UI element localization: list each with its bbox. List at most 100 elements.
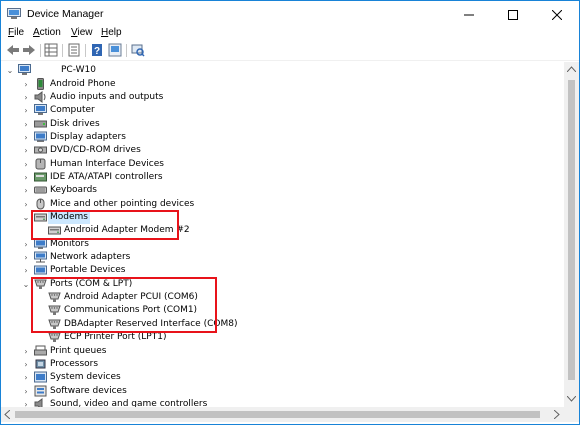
tree-category-row[interactable]: ⌄ Modems — [1, 211, 564, 224]
chevron-right-icon[interactable]: › — [21, 131, 31, 144]
chevron-right-icon[interactable]: › — [21, 198, 31, 211]
tree-device-row[interactable]: DBAdapter Reserved Interface (COM8) — [1, 318, 564, 331]
scroll-right-icon[interactable] — [554, 410, 560, 419]
chevron-down-icon[interactable]: ⌄ — [21, 211, 31, 224]
scrollbar-corner — [564, 407, 579, 422]
tree-category-row[interactable]: › IDE ATA/ATAPI controllers — [1, 171, 564, 184]
chevron-right-icon[interactable]: › — [21, 371, 31, 384]
modem-icon — [34, 213, 47, 222]
disk-icon — [34, 120, 47, 127]
chevron-right-icon[interactable]: › — [21, 78, 31, 91]
display-icon — [34, 131, 47, 142]
menu-view-label: iew — [77, 27, 93, 38]
tree-node-label: Android Phone — [50, 78, 116, 89]
chevron-right-icon[interactable]: › — [21, 184, 31, 197]
tree-category-row[interactable]: › Disk drives — [1, 118, 564, 131]
hid-icon — [35, 158, 46, 170]
update-driver-icon[interactable] — [108, 43, 122, 57]
tree-node-label: Sound, video and game controllers — [50, 398, 208, 407]
tree-category-row[interactable]: ⌄ Ports (COM & LPT) — [1, 278, 564, 291]
tree-category-row[interactable]: › Network adapters — [1, 251, 564, 264]
toolbar-separator — [85, 44, 86, 57]
scroll-up-icon[interactable] — [567, 66, 576, 72]
tree-node-label: Portable Devices — [50, 265, 126, 276]
chevron-down-icon[interactable]: ⌄ — [21, 278, 31, 291]
tree-node-label: Mice and other pointing devices — [50, 198, 195, 209]
tree-node-label: DVD/CD-ROM drives — [50, 145, 141, 156]
forward-arrow-icon[interactable] — [22, 43, 36, 57]
chevron-right-icon[interactable]: › — [21, 264, 31, 277]
monitor-icon — [34, 238, 47, 249]
tree-node-label: Human Interface Devices — [50, 158, 164, 169]
chevron-right-icon[interactable]: › — [21, 385, 31, 398]
chevron-right-icon[interactable]: › — [21, 171, 31, 184]
tree-device-row[interactable]: Android Adapter Modem #2 — [1, 224, 564, 237]
scroll-left-icon[interactable] — [4, 410, 10, 419]
menu-bar: File Action View Help — [1, 24, 579, 42]
properties-sheet-icon[interactable] — [67, 43, 81, 57]
portable-icon — [34, 265, 47, 275]
properties-grid-icon[interactable] — [44, 43, 58, 57]
chevron-right-icon[interactable]: › — [21, 345, 31, 358]
svg-text:?: ? — [94, 46, 100, 57]
chevron-right-icon[interactable]: › — [21, 158, 31, 171]
tree-category-row[interactable]: › Software devices — [1, 385, 564, 398]
tree-category-row[interactable]: › Audio inputs and outputs — [1, 90, 564, 104]
window-title: Device Manager — [27, 8, 104, 20]
horizontal-scroll-thumb[interactable] — [15, 411, 540, 418]
tree-category-row[interactable]: › DVD/CD-ROM drives — [1, 144, 564, 157]
phone-icon — [37, 77, 44, 90]
modem-icon — [48, 226, 61, 235]
horizontal-scrollbar[interactable] — [1, 407, 564, 422]
tree-node-label: Audio inputs and outputs — [50, 91, 164, 102]
port-icon — [48, 292, 61, 303]
menu-action[interactable]: Action — [33, 27, 61, 38]
tree-root[interactable]: ⌄ PC-W10 — [1, 64, 564, 77]
tree-node-label: Display adapters — [50, 131, 126, 142]
chevron-right-icon[interactable]: › — [21, 144, 31, 157]
chevron-right-icon[interactable]: › — [21, 118, 31, 131]
menu-file[interactable]: File — [8, 27, 24, 38]
tree-category-row[interactable]: › Monitors — [1, 238, 564, 251]
tree-category-row[interactable]: › Computer — [1, 104, 564, 117]
chevron-right-icon[interactable]: › — [21, 251, 31, 264]
tree-device-row[interactable]: Communications Port (COM1) — [1, 304, 564, 317]
tree-node-label: ECP Printer Port (LPT1) — [64, 332, 167, 343]
tree-node-label: Keyboards — [50, 185, 97, 196]
tree-category-row[interactable]: › Portable Devices — [1, 264, 564, 277]
toolbar-separator — [40, 44, 41, 57]
menu-help[interactable]: Help — [101, 27, 122, 38]
scroll-down-icon[interactable] — [567, 396, 576, 402]
scan-hardware-icon[interactable] — [131, 43, 145, 57]
network-icon — [34, 251, 47, 263]
chevron-right-icon[interactable]: › — [21, 238, 31, 251]
tree-category-row[interactable]: › System devices — [1, 371, 564, 384]
chevron-right-icon[interactable]: › — [21, 398, 31, 407]
vertical-scrollbar[interactable] — [564, 62, 579, 407]
tree-category-row[interactable]: › Processors — [1, 358, 564, 371]
tree-device-row[interactable]: ECP Printer Port (LPT1) — [1, 331, 564, 344]
chevron-right-icon[interactable]: › — [21, 358, 31, 371]
tree-category-row[interactable]: › Android Phone — [1, 77, 564, 91]
system-icon — [34, 371, 47, 383]
chevron-down-icon[interactable]: ⌄ — [5, 64, 15, 77]
tree-category-row[interactable]: › Print queues — [1, 345, 564, 358]
vertical-scroll-thumb[interactable] — [568, 80, 575, 380]
tree-category-row[interactable]: › Keyboards — [1, 184, 564, 197]
tree-node-label: IDE ATA/ATAPI controllers — [50, 172, 163, 182]
menu-view[interactable]: View — [71, 27, 93, 38]
tree-node-label: Monitors — [50, 238, 89, 249]
printer-icon — [34, 345, 47, 355]
tree-category-row[interactable]: › Mice and other pointing devices — [1, 198, 564, 211]
chevron-right-icon[interactable]: › — [21, 91, 31, 104]
help-book-icon[interactable]: ? — [90, 43, 104, 57]
software-icon — [34, 385, 47, 397]
tree-category-row[interactable]: › Display adapters — [1, 131, 564, 144]
back-arrow-icon[interactable] — [6, 43, 20, 57]
chevron-right-icon[interactable]: › — [21, 104, 31, 117]
tree-category-row[interactable]: › Sound, video and game controllers — [1, 397, 564, 407]
mouse-icon — [36, 198, 45, 210]
device-tree[interactable]: ⌄ PC-W10 › Android Phone › Audio inputs and… — [1, 62, 564, 407]
tree-category-row[interactable]: › Human Interface Devices — [1, 158, 564, 171]
tree-device-row[interactable]: Android Adapter PCUI (COM6) — [1, 291, 564, 304]
